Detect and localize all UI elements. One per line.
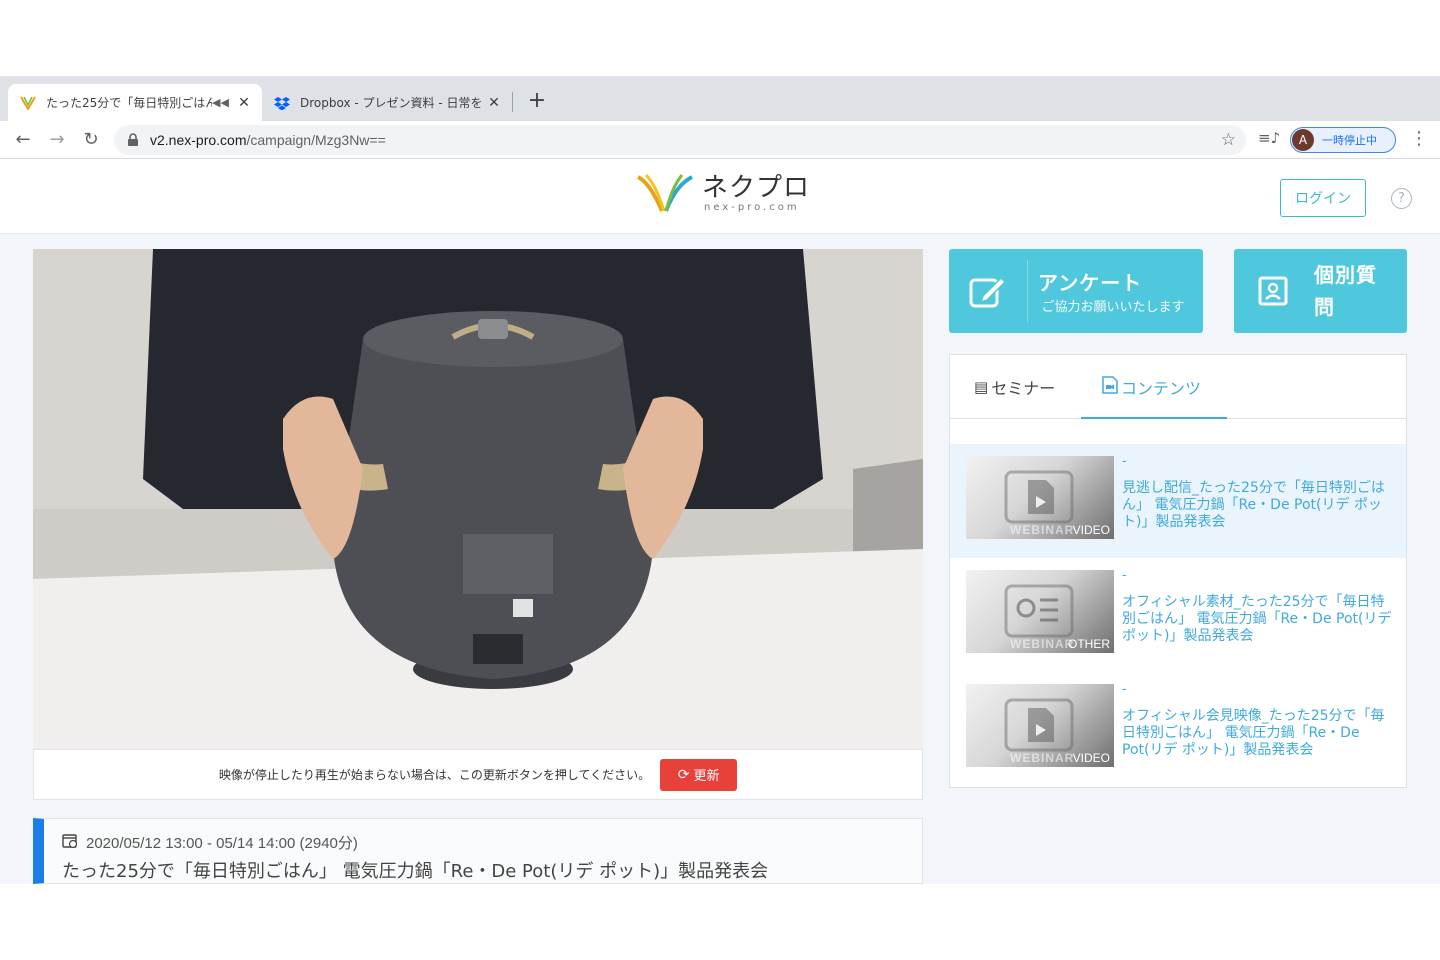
content-thumbnail: WEBINAR VIDEO [966,456,1114,539]
content-meta: - [1122,454,1127,469]
back-arrow-icon[interactable]: ← [6,123,40,157]
content-title[interactable]: 見逃し配信_たった25分で「毎日特別ごはん」 電気圧力鍋「Re・De Pot(リ… [1122,480,1392,531]
tab-seminar[interactable]: ▤ セミナー [974,375,1055,399]
question-label: 個別質問 [1314,263,1377,319]
event-datetime: 2020/05/12 13:00 - 05/14 14:00 (2940分) [62,832,358,853]
more-menu-icon[interactable]: ⋮ [1410,128,1428,149]
main-area: 映像が停止したり再生が始まらない場合は、この更新ボタンを押してください。 ⟳ 更… [0,234,1440,884]
content-type-badge: VIDEO [1072,751,1110,765]
thumbnail-watermark: WEBINAR [1010,523,1075,537]
lock-icon [128,133,138,146]
tab-title: Dropbox - プレゼン資料 - 日常を [300,96,483,110]
thumbnail-watermark: WEBINAR [1010,751,1075,765]
new-tab-button[interactable]: + [524,88,550,114]
content-item[interactable]: WEBINAR VIDEO - 見逃し配信_たった25分で「毎日特別ごはん」 電… [950,444,1406,558]
individual-question-button[interactable]: 個別質問 [1234,249,1407,333]
content-item[interactable]: WEBINAR OTHER - オフィシャル素材_たった25分で「毎日特別ごはん… [950,558,1406,672]
login-button[interactable]: ログイン [1280,179,1366,217]
tab-title: たった25分で「毎日特別ごはん」 [46,96,212,110]
refresh-button[interactable]: ⟳ 更新 [660,758,738,791]
browser-tabstrip: たった25分で「毎日特別ごはん」 ◀︎◀ ✕ Dropbox - プレゼン資料 … [0,76,1440,121]
url-path: /campaign/Mzg3Nw== [246,132,386,148]
logo-domain: nex-pro.com [704,201,800,213]
browser-tab-active[interactable]: たった25分で「毎日特別ごはん」 ◀︎◀ ✕ [8,84,262,121]
close-tab-icon[interactable]: ✕ [486,95,502,111]
contact-card-icon [1234,276,1312,306]
address-bar[interactable]: v2.nex-pro.com/campaign/Mzg3Nw== ☆ [114,125,1246,155]
survey-label: アンケート [1038,270,1143,295]
nexpro-favicon-icon [20,95,36,111]
refresh-label: 更新 [693,769,720,784]
survey-button[interactable]: アンケート ご協力お願いいたします [949,249,1203,333]
tab-content[interactable]: コンテンツ [1102,375,1201,399]
logo-mark-icon [636,173,693,212]
video-file-icon [1102,376,1118,398]
browser-tab-dropbox[interactable]: Dropbox - プレゼン資料 - 日常を ✕ [262,84,512,121]
close-tab-icon[interactable]: ✕ [236,95,252,111]
content-panel: ▤ セミナー コンテンツ WEBINAR VIDEO - 見逃し配信_たった25… [949,354,1407,788]
profile-status: 一時停止中 [1322,134,1377,147]
url-host: v2.nex-pro.com [150,132,247,148]
content-title[interactable]: オフィシャル素材_たった25分で「毎日特別ごはん」 電気圧力鍋「Re・De Po… [1122,594,1392,645]
active-tab-indicator [1081,417,1227,419]
content-type-badge: VIDEO [1072,523,1110,537]
content-title[interactable]: オフィシャル会見映像_たった25分で「毎日特別ごはん」 電気圧力鍋「Re・De … [1122,708,1392,759]
bookmark-star-icon[interactable]: ☆ [1221,130,1236,150]
help-icon[interactable]: ? [1391,188,1412,209]
tab-separator [512,92,513,112]
refresh-icon: ⟳ [677,766,690,783]
event-title: たった25分で「毎日特別ごはん」 電気圧力鍋「Re・De Pot(リデ ポット)… [62,861,769,882]
content-list: WEBINAR VIDEO - 見逃し配信_たった25分で「毎日特別ごはん」 電… [950,444,1406,786]
refresh-bar: 映像が停止したり再生が始まらない場合は、この更新ボタンを押してください。 ⟳ 更… [33,749,923,800]
profile-button[interactable]: A 一時停止中 [1290,127,1396,153]
tab-seminar-label: セミナー [991,379,1056,398]
avatar: A [1292,129,1314,151]
logo-name: ネクプロ [702,172,811,203]
site-header: ネクプロ nex-pro.com ログイン ? [0,159,1440,234]
event-info: 2020/05/12 13:00 - 05/14 14:00 (2940分) た… [33,818,923,884]
calendar-clock-icon [62,833,78,853]
reload-icon[interactable]: ↻ [74,123,108,157]
video-frame-image [33,249,923,749]
tab-content-label: コンテンツ [1121,379,1202,398]
thumbnail-watermark: WEBINAR [1010,637,1075,651]
content-type-badge: OTHER [1068,637,1110,651]
dropbox-favicon-icon [274,95,290,111]
media-control-icon[interactable]: ≡♪ [1258,129,1280,147]
site-logo[interactable]: ネクプロ nex-pro.com [636,173,810,213]
letterbox-bottom [0,884,1440,960]
calendar-icon: ▤ [974,378,989,396]
letterbox-top [0,0,1440,76]
content-meta: - [1122,568,1127,583]
event-datetime-text: 2020/05/12 13:00 - 05/14 14:00 (2940分) [86,835,358,852]
audio-playing-icon[interactable]: ◀︎◀ [212,96,229,109]
survey-sublabel: ご協力お願いいたします [1041,299,1185,315]
content-item[interactable]: WEBINAR VIDEO - オフィシャル会見映像_たった25分で「毎日特別ご… [950,672,1406,786]
panel-tabs: ▤ セミナー コンテンツ [950,355,1406,419]
edit-icon [949,274,1027,308]
forward-arrow-icon[interactable]: → [40,123,74,157]
content-thumbnail: WEBINAR VIDEO [966,684,1114,767]
content-meta: - [1122,682,1127,697]
video-player[interactable] [33,249,923,749]
refresh-notice: 映像が停止したり再生が始まらない場合は、この更新ボタンを押してください。 [218,768,651,782]
browser-toolbar: ← → ↻ v2.nex-pro.com/campaign/Mzg3Nw== ☆… [0,121,1440,159]
content-thumbnail: WEBINAR OTHER [966,570,1114,653]
url-text: v2.nex-pro.com/campaign/Mzg3Nw== [150,132,386,148]
